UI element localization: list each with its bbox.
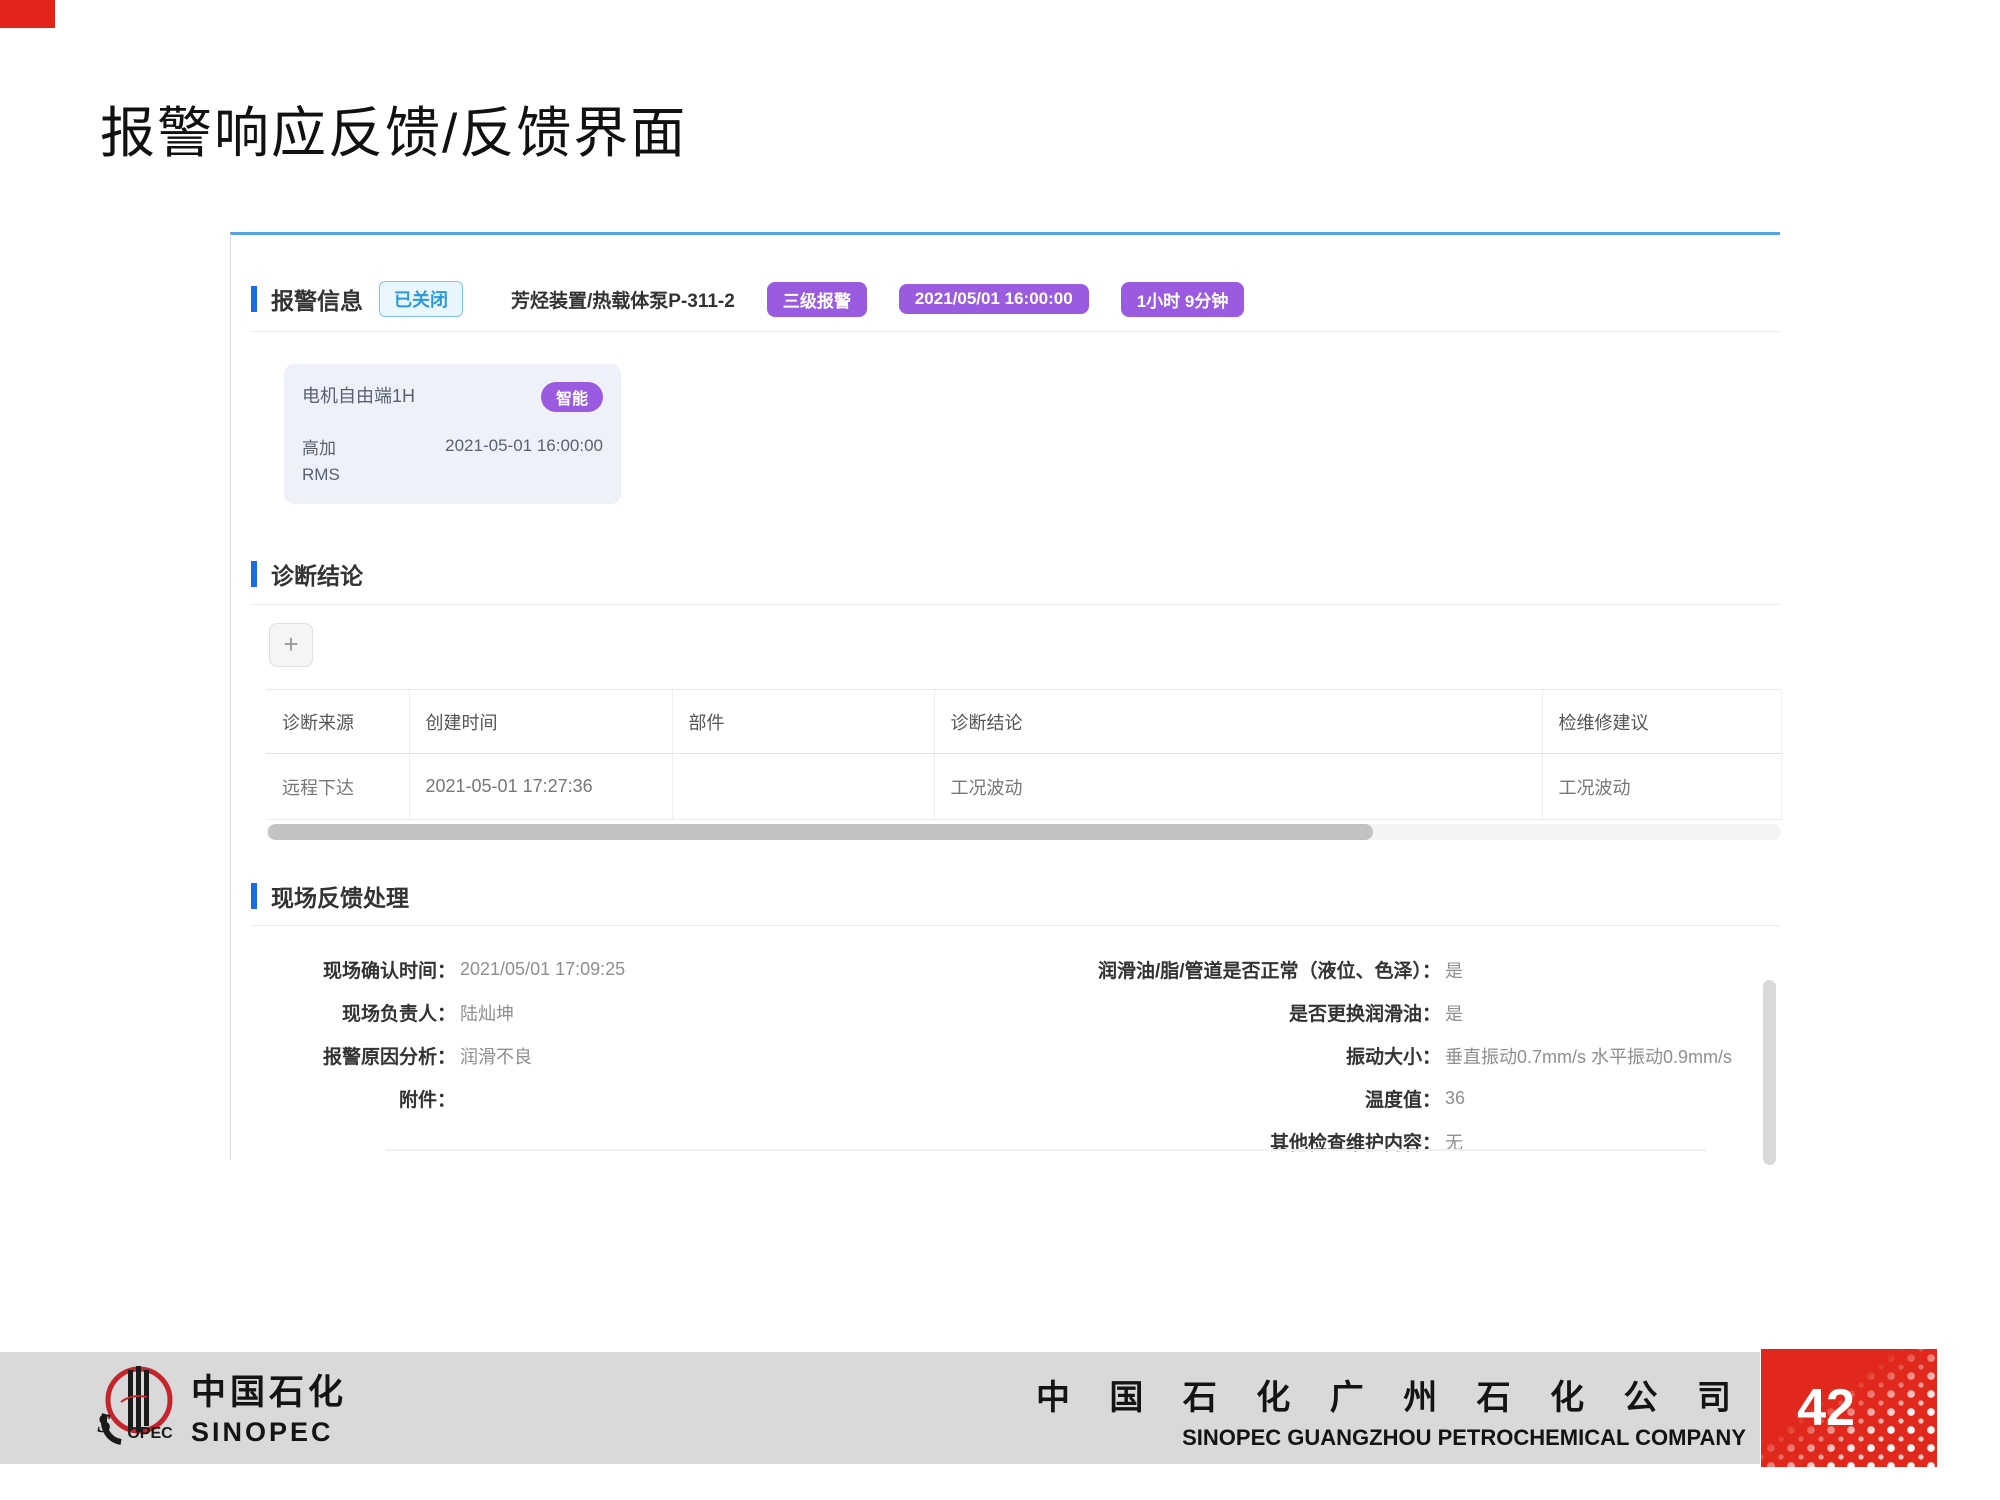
feedback-fields-left: 现场确认时间： 2021/05/01 17:09:25 现场负责人： 陆灿坤 报… xyxy=(251,948,951,1163)
column-header-conclusion: 诊断结论 xyxy=(934,690,1542,754)
divider xyxy=(251,604,1780,605)
diagnosis-header: 诊断结论 xyxy=(251,558,1780,590)
field-site-responsible: 现场负责人： 陆灿坤 xyxy=(251,991,951,1034)
field-attachment: 附件： xyxy=(251,1077,951,1120)
field-vibration: 振动大小： 垂直振动0.7mm/s 水平振动0.9mm/s xyxy=(951,1034,1780,1077)
column-header-create-time: 创建时间 xyxy=(409,690,672,754)
field-value: 陆灿坤 xyxy=(460,1000,514,1026)
divider xyxy=(251,925,1780,926)
smart-tag-badge: 智能 xyxy=(541,382,603,412)
field-label: 温度值： xyxy=(951,1085,1441,1112)
feedback-header: 现场反馈处理 xyxy=(251,880,1780,912)
field-label: 附件： xyxy=(251,1085,456,1112)
measuring-point-name: 电机自由端1H xyxy=(302,382,415,408)
field-value: 垂直振动0.7mm/s 水平振动0.9mm/s xyxy=(1445,1043,1732,1069)
footer-bar: S OPEC 中国石化 SINOPEC 中 国 石 化 广 州 石 化 公 司 … xyxy=(0,1352,1760,1464)
table-header-row: 诊断来源 创建时间 部件 诊断结论 检维修建议 xyxy=(266,690,1781,754)
add-diagnosis-button[interactable]: + xyxy=(269,623,313,667)
cell-conclusion: 工况波动 xyxy=(934,754,1542,820)
company-name-cn: 中 国 石 化 广 州 石 化 公 司 xyxy=(1036,1370,1746,1419)
field-lubrication-normal: 润滑油/脂/管道是否正常（液位、色泽）： 是 xyxy=(951,948,1780,991)
field-label: 润滑油/脂/管道是否正常（液位、色泽）： xyxy=(951,956,1441,983)
alarm-info-header: 报警信息 已关闭 芳烃装置/热载体泵P-311-2 三级报警 2021/05/0… xyxy=(251,281,1780,317)
section-accent-bar xyxy=(251,286,257,312)
company-name-block: 中 国 石 化 广 州 石 化 公 司 SINOPEC GUANGZHOU PE… xyxy=(1036,1370,1746,1451)
company-name-en: SINOPEC GUANGZHOU PETROCHEMICAL COMPANY xyxy=(1036,1425,1746,1451)
field-label: 振动大小： xyxy=(951,1042,1441,1069)
field-temperature: 温度值： 36 xyxy=(951,1077,1780,1120)
measuring-point-card[interactable]: 电机自由端1H 智能 高加 RMS 2021-05-01 16:00:00 xyxy=(284,364,621,504)
field-oil-changed: 是否更换润滑油： 是 xyxy=(951,991,1780,1034)
sinopec-logo-icon: S OPEC xyxy=(95,1362,177,1450)
sinopec-logo-text: 中国石化 SINOPEC xyxy=(191,1364,347,1448)
horizontal-scrollbar-track[interactable] xyxy=(266,824,1781,840)
svg-text:S: S xyxy=(97,1409,111,1438)
field-value: 是 xyxy=(1445,1000,1463,1026)
cell-create-time: 2021-05-01 17:27:36 xyxy=(409,754,672,820)
field-value: 36 xyxy=(1445,1088,1465,1109)
section-accent-bar xyxy=(251,561,257,587)
page-number-block: 42 xyxy=(1761,1349,1937,1467)
page-number: 42 xyxy=(1761,1349,1891,1467)
page-title: 报警响应反馈/反馈界面 xyxy=(100,88,687,168)
cell-source: 远程下达 xyxy=(266,754,409,820)
divider xyxy=(386,1149,1706,1151)
divider xyxy=(251,331,1780,332)
column-header-maintenance-advice: 检维修建议 xyxy=(1542,690,1781,754)
feedback-title: 现场反馈处理 xyxy=(271,879,409,913)
cell-component xyxy=(672,754,934,820)
alarm-level-badge: 三级报警 xyxy=(767,282,867,317)
field-label: 是否更换润滑油： xyxy=(951,999,1441,1026)
feedback-fields: 现场确认时间： 2021/05/01 17:09:25 现场负责人： 陆灿坤 报… xyxy=(251,948,1780,1163)
alarm-info-title: 报警信息 xyxy=(271,282,363,316)
field-value: 2021/05/01 17:09:25 xyxy=(460,959,625,980)
logo-text-en: SINOPEC xyxy=(191,1417,347,1448)
column-header-source: 诊断来源 xyxy=(266,690,409,754)
field-other-maintenance: 其他检查维护内容： 无 xyxy=(951,1120,1780,1163)
alarm-type-and-metric: 高加 RMS xyxy=(302,436,340,489)
field-value: 是 xyxy=(1445,957,1463,983)
logo-text-cn: 中国石化 xyxy=(191,1364,347,1415)
diagnosis-table: 诊断来源 创建时间 部件 诊断结论 检维修建议 远程下达 2021-05-01 … xyxy=(266,689,1782,820)
column-header-component: 部件 xyxy=(672,690,934,754)
vertical-scrollbar-thumb[interactable] xyxy=(1763,980,1776,1165)
field-label: 报警原因分析： xyxy=(251,1042,456,1069)
horizontal-scrollbar-thumb[interactable] xyxy=(268,824,1373,840)
alarm-feedback-panel: 报警信息 已关闭 芳烃装置/热载体泵P-311-2 三级报警 2021/05/0… xyxy=(230,232,1780,1160)
table-row[interactable]: 远程下达 2021-05-01 17:27:36 工况波动 工况波动 xyxy=(266,754,1781,820)
alarm-time-badge: 2021/05/01 16:00:00 xyxy=(899,284,1089,314)
field-label: 现场确认时间： xyxy=(251,956,456,983)
corner-flag-decoration xyxy=(0,0,55,28)
alarm-duration-badge: 1小时 9分钟 xyxy=(1121,282,1245,317)
slide: 报警响应反馈/反馈界面 报警信息 已关闭 芳烃装置/热载体泵P-311-2 三级… xyxy=(0,0,2000,1500)
device-name: 芳烃装置/热载体泵P-311-2 xyxy=(511,286,735,313)
field-confirm-time: 现场确认时间： 2021/05/01 17:09:25 xyxy=(251,948,951,991)
field-value: 润滑不良 xyxy=(460,1043,532,1069)
feedback-fields-right: 润滑油/脂/管道是否正常（液位、色泽）： 是 是否更换润滑油： 是 振动大小： … xyxy=(951,948,1780,1163)
section-accent-bar xyxy=(251,883,257,909)
alarm-type: 高加 xyxy=(302,436,340,462)
alarm-card-time: 2021-05-01 16:00:00 xyxy=(445,436,603,489)
cell-maintenance-advice: 工况波动 xyxy=(1542,754,1781,820)
status-badge-closed: 已关闭 xyxy=(379,281,463,317)
field-label: 现场负责人： xyxy=(251,999,456,1026)
diagnosis-title: 诊断结论 xyxy=(271,557,363,591)
svg-text:OPEC: OPEC xyxy=(127,1425,173,1442)
sinopec-logo: S OPEC 中国石化 SINOPEC xyxy=(95,1362,347,1450)
alarm-metric: RMS xyxy=(302,462,340,488)
field-alarm-cause: 报警原因分析： 润滑不良 xyxy=(251,1034,951,1077)
